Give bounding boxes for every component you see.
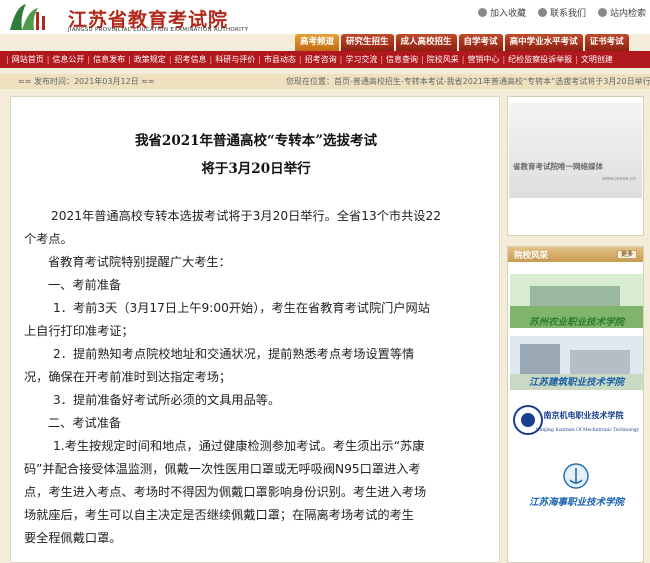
info-strip: ≈≈ 发布时间：2021年03月12日 ≈≈ 您现在位置：首页-普通高校招生-专…	[0, 74, 650, 89]
paragraph: 点，考生进入考点、考场时不得因为佩戴口罩影响身份识别。考生进入考场	[24, 485, 427, 499]
school-name: 江苏建筑职业技术学院	[528, 377, 624, 388]
nav-query[interactable]: 信息查询	[383, 54, 421, 65]
nav-policy[interactable]: 政策规定	[131, 54, 169, 65]
school-showcase: 院校风采 更多 苏州农业职业技术学院 江苏建筑职业技术学院 南京机电职业技术学院…	[507, 246, 644, 563]
nav-consult[interactable]: 招考咨询	[302, 54, 340, 65]
section-title: 院校风采	[514, 250, 549, 261]
sidebar: 省教育考试院唯一网络媒体 www.jseea.cn 院校风采 更多 苏州农业职业…	[507, 96, 644, 563]
paragraph: 1.考生按规定时间和地点，通过健康检测参加考试。考生须出示“苏康	[53, 439, 425, 453]
paragraph: 要全程佩戴口罩。	[24, 531, 122, 545]
nav-marketing[interactable]: 营销中心	[464, 54, 502, 65]
school-name: 苏州农业职业技术学院	[528, 317, 624, 328]
search-icon	[597, 8, 607, 17]
site-search-link[interactable]: 站内检索	[597, 6, 646, 19]
section-heading: 一、考前准备	[48, 278, 122, 292]
nav-discipline[interactable]: 纪检监察投诉举报	[505, 54, 575, 65]
paragraph: 况，确保在开考前准时到达指定考场；	[24, 370, 232, 384]
tab-highschool[interactable]: 高中学业水平考试	[504, 34, 583, 51]
nav-exam-info[interactable]: 招考信息	[172, 54, 210, 65]
nav-civilization[interactable]: 文明创建	[578, 54, 616, 65]
school-name: 南京机电职业技术学院	[543, 410, 624, 420]
paragraph: 3．提前准备好考试所必须的文具用品等。	[53, 393, 281, 407]
article-title-line2: 将于3月20日举行	[201, 161, 311, 177]
school-banner-jidian[interactable]: 南京机电职业技术学院 Nanjing Institute Of Mechatro…	[510, 398, 643, 452]
media-banner[interactable]: 省教育考试院唯一网络媒体 www.jseea.cn	[507, 96, 644, 236]
paragraph: 2021年普通高校专转本选拔考试将于3月20日举行。全省13个市共设22	[51, 209, 441, 223]
school-emblem-icon	[510, 398, 643, 452]
nav-home[interactable]: 网站首页	[9, 54, 47, 65]
nav-city-news[interactable]: 市县动态	[261, 54, 299, 65]
section-header: 院校风采 更多	[508, 247, 643, 262]
paragraph: 场就座后，考生可以自主决定是否继续佩戴口罩；在隔离考场考试的考生	[24, 508, 414, 522]
breadcrumb[interactable]: 您现在位置：首页-普通高校招生-专转本考试-我省2021年普通高校“专转本”选拔…	[286, 74, 650, 89]
nav-info-public[interactable]: 信息公开	[49, 54, 87, 65]
paragraph: 2．提前熟知考点院校地址和交通状况，提前熟悉考点考场设置等情	[53, 347, 415, 361]
star-icon	[477, 8, 487, 17]
school-name: 江苏海事职业技术学院	[528, 497, 624, 508]
banner-image: 省教育考试院唯一网络媒体 www.jseea.cn	[509, 103, 642, 198]
school-name-en: Nanjing Institute Of Mechatronic Technol…	[535, 428, 640, 433]
tab-graduate[interactable]: 研究生招生	[341, 34, 394, 51]
banner-url: www.jseea.cn	[601, 176, 636, 182]
school-banner-jianzhu[interactable]: 江苏建筑职业技术学院	[510, 336, 643, 390]
school-banner-suzhou[interactable]: 苏州农业职业技术学院	[510, 274, 643, 328]
publish-date: ≈≈ 发布时间：2021年03月12日 ≈≈	[18, 77, 155, 86]
paragraph: 个考点。	[24, 232, 73, 246]
nav-schools[interactable]: 院校风采	[424, 54, 462, 65]
banner-text: 省教育考试院唯一网络媒体	[513, 162, 603, 171]
section-heading: 二、考试准备	[48, 416, 122, 430]
tab-certificate[interactable]: 证书考试	[584, 34, 629, 51]
site-header: 江苏省教育考试院 JIANGSU PROVINCIAL EDUCATION EX…	[0, 0, 650, 34]
nav-research[interactable]: 科研与评价	[212, 54, 258, 65]
paragraph: 省教育考试院特别提醒广大考生：	[48, 255, 231, 269]
more-button[interactable]: 更多	[617, 250, 637, 259]
nav-study[interactable]: 学习交流	[342, 54, 380, 65]
logo-emblem-icon[interactable]	[6, 2, 50, 32]
contact-us-link[interactable]: 联系我们	[537, 6, 586, 19]
school-banner-haishi[interactable]: 江苏海事职业技术学院	[510, 460, 643, 514]
paragraph: 1．考前3天（3月17日上午9:00开始），考生在省教育考试院门户网站	[53, 301, 430, 315]
article-title-line1: 我省2021年普通高校“专转本”选拔考试	[134, 133, 378, 149]
header-tools: 加入收藏 联系我们 站内检索	[477, 6, 646, 19]
article-content: 我省2021年普通高校“专转本”选拔考试 将于3月20日举行 2021年普通高校…	[10, 96, 500, 563]
add-favorite-link[interactable]: 加入收藏	[477, 6, 526, 19]
paragraph: 上自行打印准考证；	[24, 324, 134, 338]
tab-adult[interactable]: 成人高校招生	[395, 34, 457, 51]
paragraph: 码”并配合接受体温监测，佩戴一次性医用口罩或无呼吸阀N95口罩进入考	[24, 462, 421, 476]
main-nav: | 网站首页 | 信息公开 | 信息发布 | 政策规定 | 招考信息 | 科研与评价 | 市县…	[0, 51, 650, 68]
tab-gaokao[interactable]: 高考频道	[295, 34, 340, 51]
nav-info-release[interactable]: 信息发布	[90, 54, 128, 65]
mail-icon	[537, 8, 547, 17]
site-logo-subtitle: JIANGSU PROVINCIAL EDUCATION EXAMINATION…	[68, 27, 249, 33]
channel-tabs: 高考频道 研究生招生 成人高校招生 自学考试 高中学业水平考试 证书考试	[295, 34, 629, 51]
tab-self-study[interactable]: 自学考试	[458, 34, 503, 51]
